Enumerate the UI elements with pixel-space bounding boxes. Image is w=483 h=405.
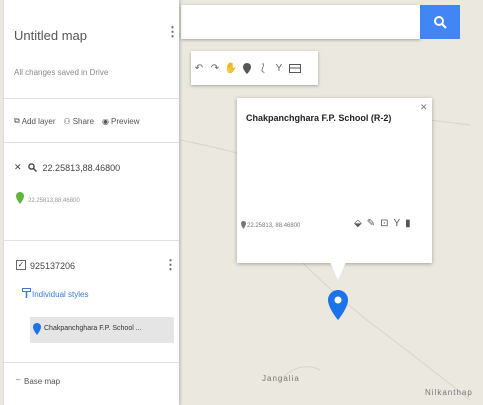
search-results-header: ✕ 22.25813,88.46800 [14, 162, 120, 173]
search-query: 22.25813,88.46800 [42, 162, 121, 173]
directions-button[interactable]: Y [271, 57, 287, 79]
search-icon [434, 16, 447, 29]
style-paint-button[interactable]: ⬙ [354, 218, 362, 229]
add-layer-label: Add layer [21, 116, 56, 126]
undo-button[interactable]: ↶ [191, 57, 207, 79]
layer-name[interactable]: 925137206 [30, 261, 75, 271]
search-result-pin-icon [16, 192, 24, 204]
draw-line-button[interactable]: ⟅ [255, 57, 271, 79]
map-options-icon[interactable]: ⋮ [166, 24, 179, 40]
map-title[interactable]: Untitled map [14, 28, 87, 43]
divider [4, 142, 179, 143]
measure-button[interactable] [287, 57, 303, 79]
divider [4, 362, 179, 363]
share-label: Share [72, 116, 95, 126]
collapse-basemap-icon[interactable]: – [16, 375, 20, 384]
close-search-icon[interactable]: ✕ [14, 162, 22, 173]
undo-icon: ↶ [194, 62, 204, 74]
place-title: Chakpanchghara F.P. School (R-2) [246, 113, 392, 123]
map-toolbar: ↶ ↷ ✋ ⟅ Y [191, 51, 318, 85]
map-search-box[interactable] [181, 5, 420, 39]
add-photo-button[interactable]: ⊡ [380, 218, 388, 229]
map-label-nilkantha: Nilkanthap [425, 388, 473, 397]
directions-icon: Y [275, 62, 283, 74]
edit-button[interactable]: ✎ [367, 218, 375, 229]
layer-options-icon[interactable]: ⋮ [164, 257, 177, 273]
popup-tools: ⬙ ✎ ⊡ Y ▮ [354, 218, 411, 229]
map-pin-icon[interactable] [328, 290, 348, 322]
map-label-jangalia: Jangalia [262, 374, 300, 383]
redo-icon: ↷ [210, 62, 220, 74]
hand-icon: ✋ [224, 62, 238, 74]
camera-icon: ⊡ [380, 218, 389, 229]
directions-icon: Y [393, 218, 401, 229]
location-icon [241, 221, 246, 229]
search-button[interactable] [420, 5, 460, 39]
place-coordinates: 22.25813, 88.46800 [247, 223, 301, 229]
search-result-coords[interactable]: 22.25813,88.46800 [28, 198, 80, 204]
delete-button[interactable]: ▮ [405, 218, 411, 229]
preview-button[interactable]: ◉ Preview [102, 116, 139, 126]
ruler-icon [289, 63, 301, 73]
select-button[interactable]: ✋ [223, 57, 239, 79]
add-layer-button[interactable]: ⧉ Add layer [14, 116, 56, 126]
trash-icon: ▮ [405, 218, 411, 229]
place-info-popup: Chakpanchghara F.P. School (R-2) ✕ 22.25… [237, 98, 432, 263]
side-panel: Untitled map ⋮ All changes saved in Driv… [4, 0, 179, 405]
save-status: All changes saved in Drive [14, 68, 109, 77]
divider [4, 240, 179, 241]
paint-bucket-icon: ⬙ [354, 218, 362, 229]
individual-styles-link[interactable]: Individual styles [32, 290, 88, 299]
feature-label: Chakpanchghara F.P. School ... [44, 325, 142, 332]
divider [4, 98, 179, 99]
marker-icon [243, 62, 251, 74]
eye-icon: ◉ [102, 116, 110, 126]
basemap-label[interactable]: Base map [24, 377, 60, 386]
add-marker-button[interactable] [239, 57, 255, 79]
panel-actions: ⧉ Add layer ⚇ Share ◉ Preview [14, 116, 139, 126]
popup-tail [330, 262, 346, 280]
map-pin-icon [33, 323, 41, 335]
draw-line-icon: ⟅ [261, 62, 265, 74]
add-person-icon: ⚇ [63, 116, 71, 126]
directions-button[interactable]: Y [393, 218, 400, 229]
layer-feature-item[interactable]: Chakpanchghara F.P. School ... [30, 317, 174, 343]
paint-roller-icon [22, 288, 31, 298]
redo-button[interactable]: ↷ [207, 57, 223, 79]
preview-label: Preview [111, 116, 140, 126]
search-icon [27, 163, 37, 172]
add-layer-icon: ⧉ [14, 116, 20, 125]
layer-visibility-checkbox[interactable]: ✓ [16, 260, 26, 270]
close-popup-icon[interactable]: ✕ [420, 102, 428, 113]
pencil-icon: ✎ [366, 218, 376, 229]
share-button[interactable]: ⚇ Share [64, 116, 95, 126]
